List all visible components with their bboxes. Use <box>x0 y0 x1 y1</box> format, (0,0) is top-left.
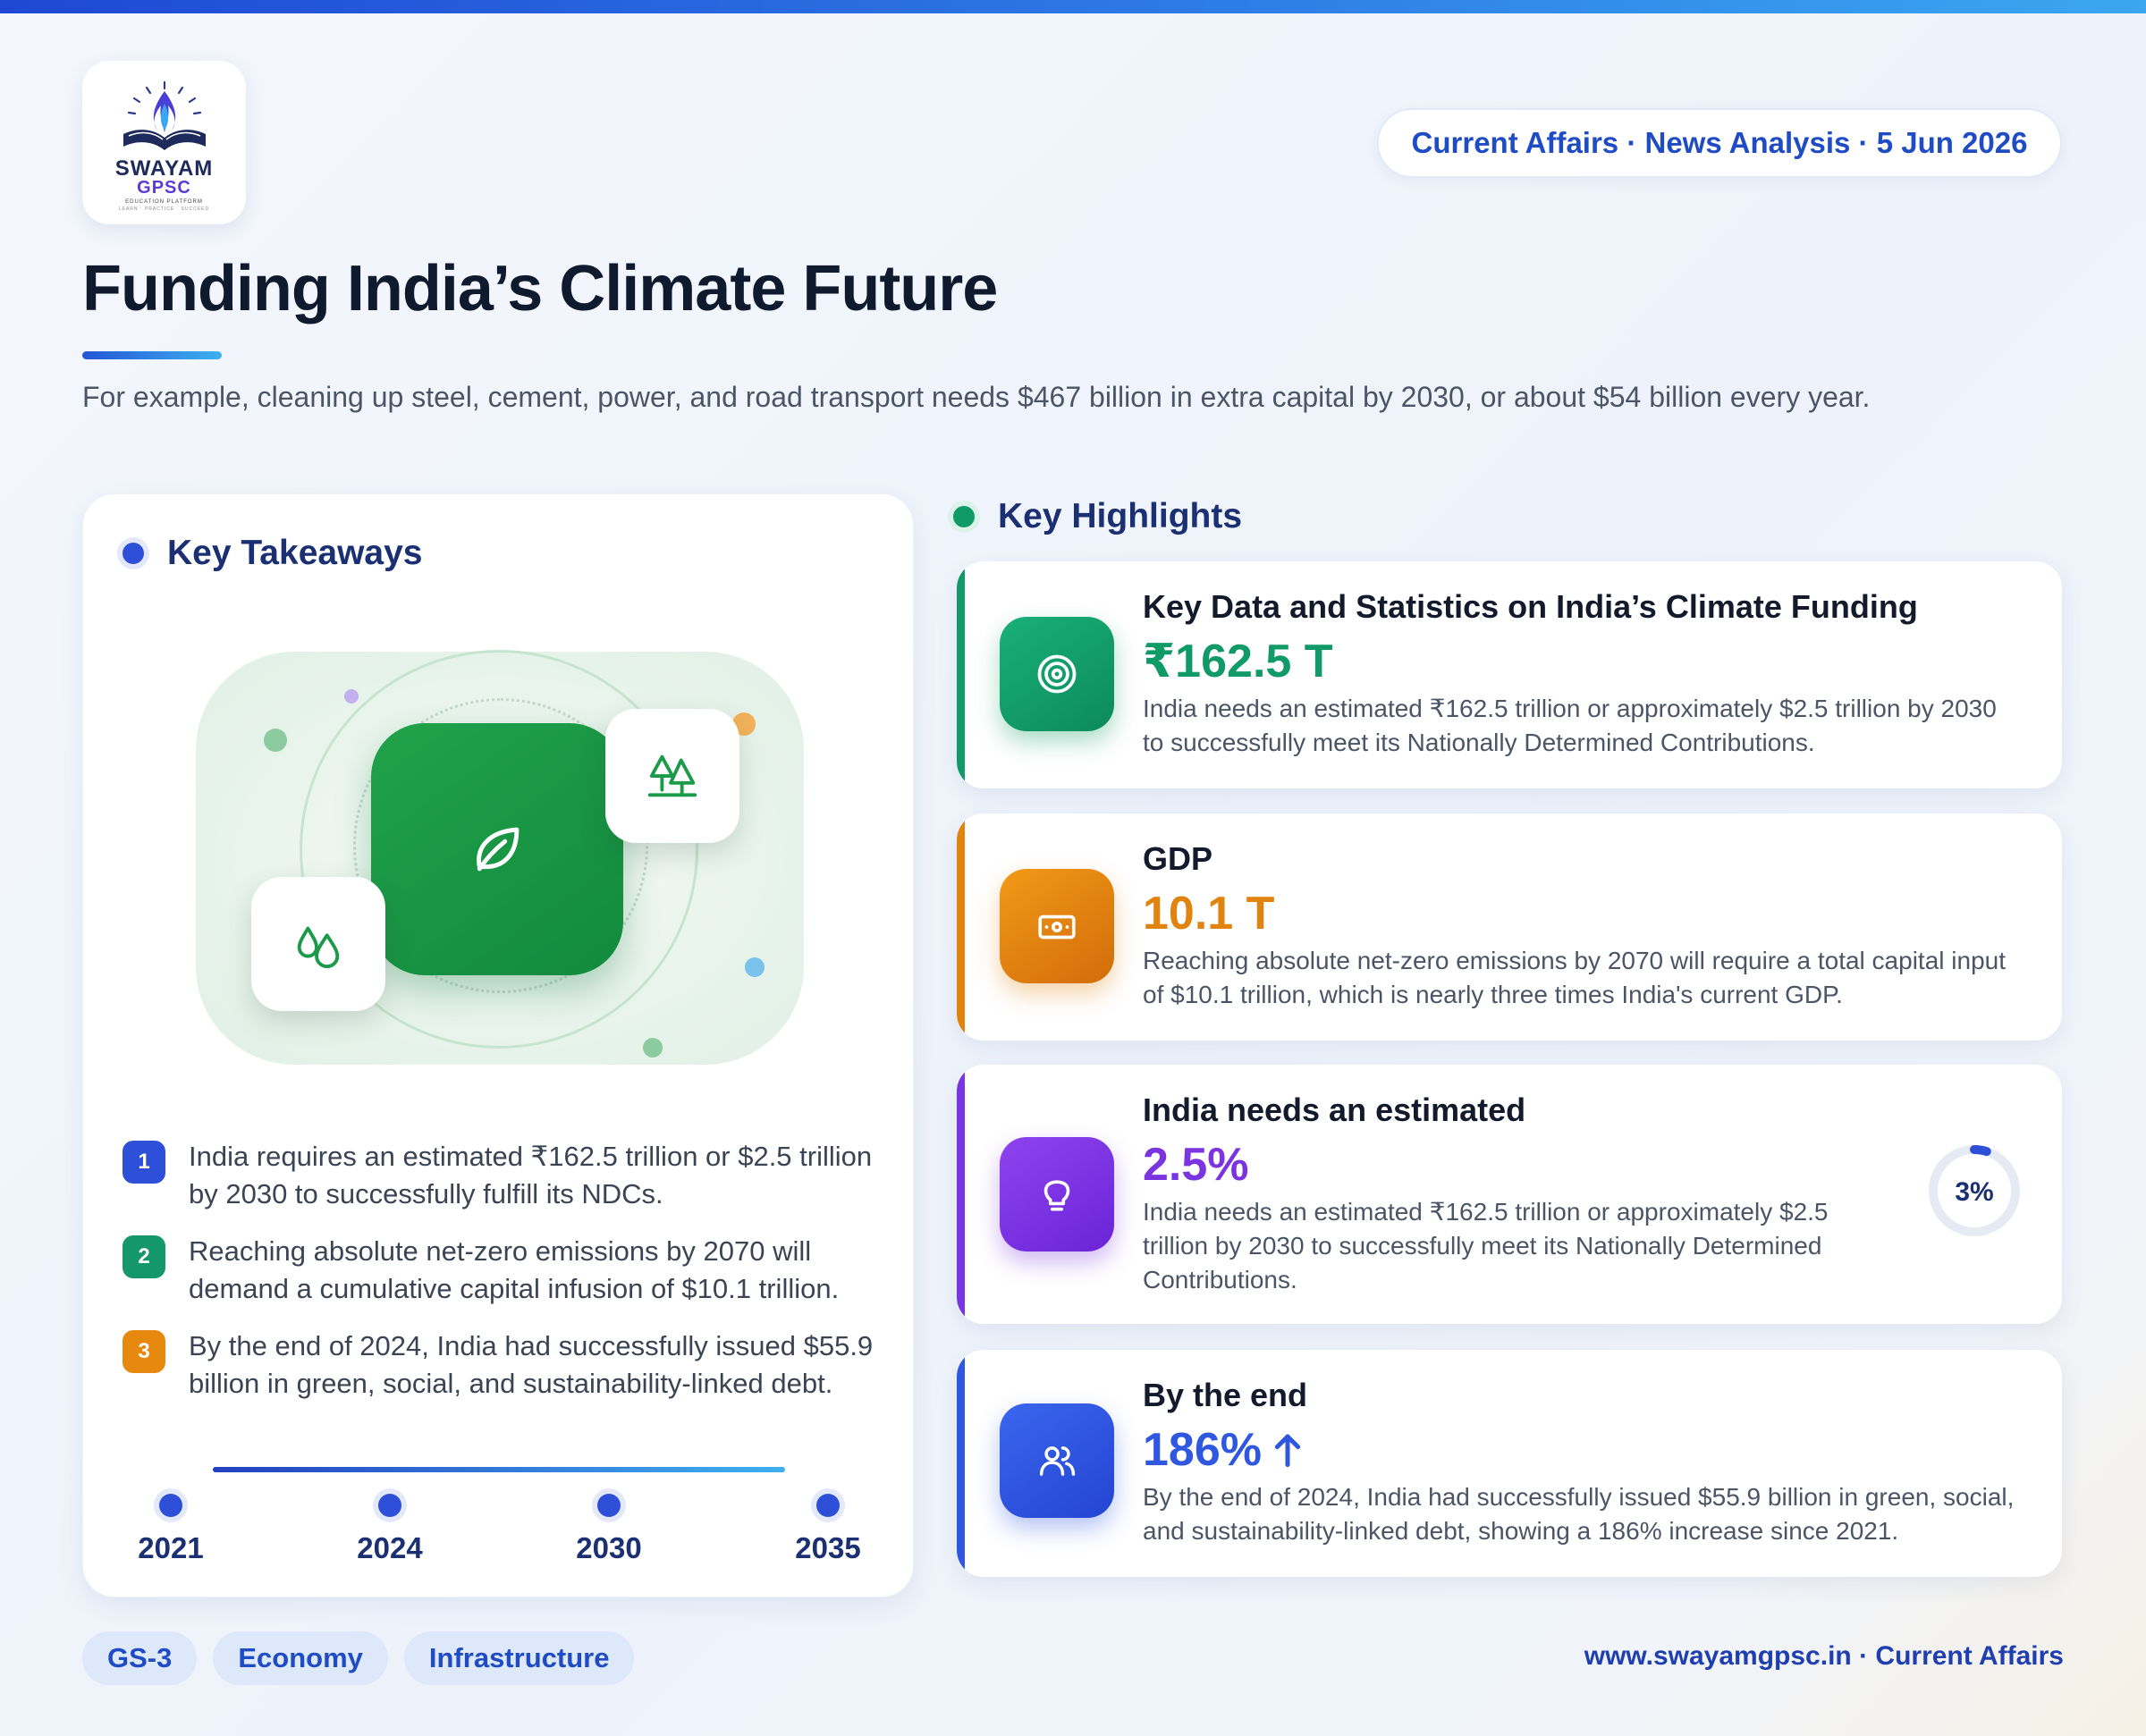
highlights-heading-label: Key Highlights <box>998 497 1243 535</box>
card-title: GDP <box>1143 840 1213 877</box>
tag-economy[interactable]: Economy <box>213 1631 388 1685</box>
card-description: India needs an estimated ₹162.5 trillion… <box>1143 695 1997 756</box>
topic-tags: GS-3 Economy Infrastructure <box>82 1631 635 1685</box>
arrow-up-icon <box>1274 1434 1301 1468</box>
logo-sub: GPSC <box>137 178 191 198</box>
takeaways-heading: Key Takeaways <box>123 534 422 573</box>
card-title: By the end <box>1143 1377 1308 1413</box>
card-value: 2.5% <box>1143 1139 1249 1191</box>
progress-ring-label: 3% <box>1955 1177 1993 1207</box>
timeline-year: 2021 <box>138 1531 204 1564</box>
timeline-line <box>213 1467 785 1472</box>
takeaways-heading-label: Key Takeaways <box>167 534 423 572</box>
takeaways-list: 1 India requires an estimated ₹162.5 tri… <box>123 1138 874 1422</box>
card-value: 10.1 T <box>1143 888 1275 940</box>
tag-gs3[interactable]: GS-3 <box>82 1631 198 1685</box>
timeline-dot <box>597 1494 621 1517</box>
card-description: India needs an estimated ₹162.5 trillion… <box>1143 1198 1829 1294</box>
droplets-icon <box>297 926 340 969</box>
droplets-tile <box>251 877 385 1011</box>
card-description: By the end of 2024, India had successful… <box>1143 1483 2015 1545</box>
bubble-green-2 <box>643 1038 663 1058</box>
title-underline <box>82 351 222 359</box>
progress-ring: 3% <box>1929 1145 2020 1236</box>
card-stripe <box>957 561 965 788</box>
banknote-icon-tile <box>1000 869 1114 983</box>
bubble-purple <box>344 689 359 704</box>
leaf-icon <box>477 827 520 872</box>
timeline-year: 2035 <box>795 1531 861 1564</box>
timeline-dot <box>378 1494 401 1517</box>
card-description: Reaching absolute net-zero emissions by … <box>1143 947 2006 1008</box>
number-badge: 1 <box>123 1141 165 1184</box>
timeline-year: 2024 <box>357 1531 423 1564</box>
highlight-card-debt: By the end 186% By the end of 2024, Indi… <box>957 1350 2062 1577</box>
number-badge: 3 <box>123 1330 165 1373</box>
lightbulb-icon-tile <box>1000 1137 1114 1251</box>
highlight-card-climate-funding: Key Data and Statistics on India’s Clima… <box>957 561 2062 788</box>
card-stripe <box>957 1065 965 1324</box>
page-title: Funding India’s Climate Future <box>82 253 998 324</box>
open-book-flame-icon <box>123 80 206 150</box>
takeaway-text: India requires an estimated ₹162.5 trill… <box>189 1141 873 1209</box>
card-value: ₹162.5 T <box>1143 636 1333 687</box>
climate-illustration <box>196 650 804 1065</box>
takeaway-text: By the end of 2024, India had successful… <box>189 1330 874 1399</box>
list-item: 1 India requires an estimated ₹162.5 tri… <box>123 1138 874 1213</box>
heading-dot <box>123 543 144 564</box>
list-item: 3 By the end of 2024, India had successf… <box>123 1327 874 1403</box>
trees-tile <box>605 709 739 843</box>
highlight-card-gdp: GDP 10.1 T Reaching absolute net-zero em… <box>957 813 2062 1041</box>
key-takeaways-card: Key Takeaways 1 India requires an estima… <box>82 493 914 1597</box>
card-stripe <box>957 813 965 1041</box>
bubble-green <box>264 729 287 752</box>
timeline-year: 2030 <box>576 1531 642 1564</box>
intro-text: For example, cleaning up steel, cement, … <box>82 381 1871 413</box>
date-badge: Current Affairs · News Analysis · 5 Jun … <box>1377 108 2062 178</box>
users-icon-tile <box>1000 1403 1114 1518</box>
heading-dot <box>953 506 975 527</box>
tag-infrastructure[interactable]: Infrastructure <box>403 1631 635 1685</box>
timeline-dot <box>816 1494 840 1517</box>
logo-name: SWAYAM <box>114 156 214 181</box>
card-title: India needs an estimated <box>1143 1091 1526 1128</box>
footer-link[interactable]: www.swayamgpsc.in · Current Affairs <box>1584 1641 2064 1672</box>
target-icon-tile <box>1000 617 1114 731</box>
card-value: 186% <box>1143 1424 1262 1476</box>
highlights-heading: Key Highlights <box>953 497 1242 536</box>
leaf-tile <box>371 723 623 975</box>
users-icon <box>1039 1446 1076 1476</box>
bubble-blue <box>745 957 765 977</box>
card-title: Key Data and Statistics on India’s Clima… <box>1143 588 1918 625</box>
highlight-card-estimate: India needs an estimated 2.5% India need… <box>957 1065 2062 1324</box>
card-stripe <box>957 1350 965 1577</box>
card-value-row: 186% <box>1143 1423 1303 1477</box>
trees-icon <box>647 754 697 797</box>
lightbulb-icon <box>1043 1180 1070 1211</box>
target-icon <box>1037 654 1077 694</box>
top-accent-bar <box>0 0 2146 13</box>
takeaway-text: Reaching absolute net-zero emissions by … <box>189 1235 840 1304</box>
logo-motto: LEARN · PRACTICE · SUCCEED <box>118 206 210 212</box>
number-badge: 2 <box>123 1235 165 1278</box>
logo: SWAYAM GPSC EDUCATION PLATFORM LEARN · P… <box>82 61 246 224</box>
banknote-icon <box>1038 914 1076 940</box>
list-item: 2 Reaching absolute net-zero emissions b… <box>123 1233 874 1308</box>
timeline-dot <box>159 1494 182 1517</box>
logo-tagline: EDUCATION PLATFORM <box>125 199 203 205</box>
